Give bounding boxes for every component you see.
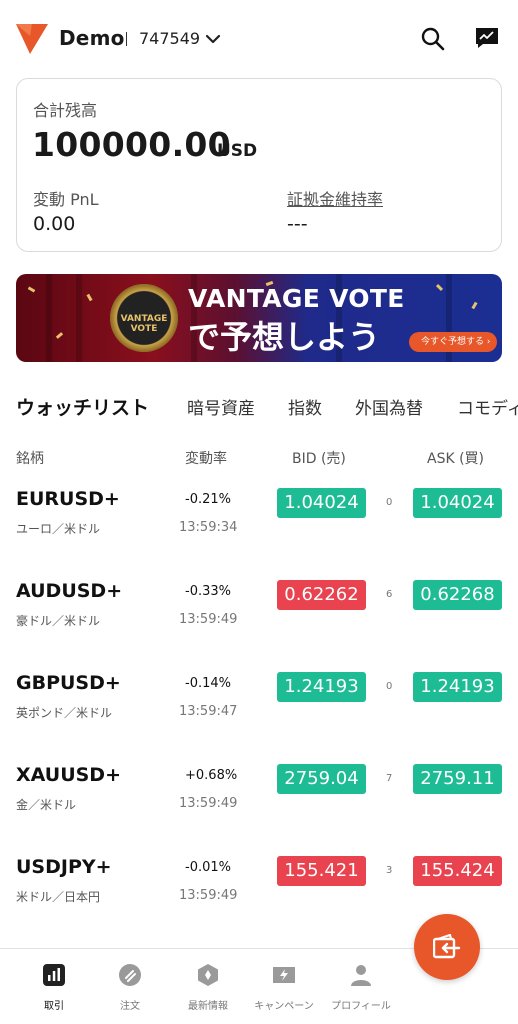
- promo-banner[interactable]: VANTAGE VOTE VANTAGE VOTE で予想しよう 今すぐ予想する…: [16, 274, 502, 362]
- spread: 3: [386, 865, 393, 876]
- nav-trade[interactable]: 取引: [14, 963, 94, 1012]
- profile-icon: [351, 965, 371, 986]
- column-bid: BID (売): [292, 451, 346, 467]
- news-icon: [198, 964, 218, 986]
- margin-level-link[interactable]: 証拠金維持率: [287, 186, 383, 210]
- curtain-fold: [76, 274, 82, 362]
- curtain-fold: [46, 274, 52, 362]
- ask-button[interactable]: 1.24193: [413, 672, 502, 702]
- nav-label: 注文: [120, 1001, 140, 1012]
- search-icon[interactable]: [420, 26, 446, 52]
- ask-button[interactable]: 0.62268: [413, 580, 502, 610]
- ask-button[interactable]: 2759.11: [413, 764, 502, 794]
- ask-button[interactable]: 155.424: [413, 856, 502, 886]
- change-percent: -0.33%: [185, 584, 231, 599]
- quote-time: 13:59:49: [179, 612, 238, 627]
- wallet-transfer-icon: [433, 934, 461, 959]
- confetti: [471, 301, 478, 310]
- chevron-down-icon[interactable]: [204, 30, 222, 48]
- change-percent: -0.21%: [185, 492, 231, 507]
- confetti: [55, 332, 64, 339]
- account-number[interactable]: 747549: [139, 29, 200, 48]
- symbol-name: 豪ドル／米ドル: [16, 614, 101, 628]
- ask-button[interactable]: 1.04024: [413, 488, 502, 518]
- watchlist-row[interactable]: AUDUSD+ 豪ドル／米ドル -0.33% 13:59:49 0.62262 …: [0, 580, 518, 672]
- top-bar: Demo 747549: [0, 0, 518, 78]
- banner-cta-button[interactable]: 今すぐ予想する ›: [409, 332, 497, 352]
- spread: 6: [386, 589, 393, 600]
- symbol-name: 米ドル／日本円: [16, 890, 101, 904]
- bid-button[interactable]: 0.62262: [277, 580, 366, 610]
- bid-button[interactable]: 2759.04: [277, 764, 366, 794]
- column-ask: ASK (買): [427, 451, 485, 467]
- spread: 7: [386, 773, 393, 784]
- spread: 0: [386, 497, 393, 508]
- quote-time: 13:59:49: [179, 796, 238, 811]
- chart-bars-icon: [43, 964, 65, 986]
- tab-forex[interactable]: 外国為替: [355, 394, 423, 419]
- confetti: [435, 283, 444, 292]
- margin-level-value: ---: [287, 213, 308, 235]
- nav-label: キャンペーン: [254, 1001, 314, 1012]
- nav-profile[interactable]: プロフィール: [321, 963, 401, 1012]
- symbol: AUDUSD+: [16, 580, 123, 602]
- vantage-logo-icon: [16, 24, 48, 54]
- symbol: EURUSD+: [16, 488, 120, 510]
- symbol-name: 金／米ドル: [16, 798, 77, 812]
- nav-news[interactable]: 最新情報: [168, 963, 248, 1012]
- quote-time: 13:59:34: [179, 520, 238, 535]
- tab-indices[interactable]: 指数: [288, 394, 322, 419]
- nav-campaign[interactable]: キャンペーン: [244, 963, 324, 1012]
- watchlist-row[interactable]: XAUUSD+ 金／米ドル +0.68% 13:59:49 2759.04 7 …: [0, 764, 518, 856]
- tab-commodities[interactable]: コモディティ: [457, 394, 518, 419]
- app-screen: Demo 747549 合計残高 100000.00 USD 変動 PnL 0.…: [0, 0, 518, 1024]
- order-icon: [119, 964, 141, 986]
- chart-message-icon[interactable]: [474, 26, 500, 50]
- symbol-name: ユーロ／米ドル: [16, 522, 101, 536]
- banner-subtitle: で予想しよう: [188, 318, 381, 356]
- nav-label: 取引: [44, 1001, 64, 1012]
- column-change: 変動率: [185, 451, 227, 467]
- balance-currency: USD: [217, 141, 258, 161]
- bid-button[interactable]: 155.421: [277, 856, 366, 886]
- confetti: [27, 286, 36, 293]
- pnl-label: 変動 PnL: [33, 190, 99, 209]
- bid-button[interactable]: 1.04024: [277, 488, 366, 518]
- nav-orders[interactable]: 注文: [90, 963, 170, 1012]
- market-tabs: ウォッチリスト 暗号資産 指数 外国為替 コモディティ: [0, 380, 518, 430]
- symbol: GBPUSD+: [16, 672, 121, 694]
- balance-card: 合計残高 100000.00 USD 変動 PnL 0.00 証拠金維持率 --…: [16, 78, 502, 252]
- banner-title: VANTAGE VOTE: [188, 284, 405, 313]
- column-symbol: 銘柄: [16, 451, 44, 467]
- vantage-vote-medal: VANTAGE VOTE: [110, 284, 178, 352]
- symbol: USDJPY+: [16, 856, 112, 878]
- spread: 0: [386, 681, 393, 692]
- total-balance-value: 100000.00: [32, 125, 231, 164]
- quote-time: 13:59:47: [179, 704, 238, 719]
- confetti: [86, 293, 93, 302]
- symbol-name: 英ポンド／米ドル: [16, 706, 113, 720]
- medal-text: VANTAGE VOTE: [120, 314, 168, 334]
- change-percent: +0.68%: [185, 768, 238, 783]
- deposit-fab-button[interactable]: [414, 914, 480, 980]
- symbol: XAUUSD+: [16, 764, 122, 786]
- change-percent: -0.01%: [185, 860, 231, 875]
- change-percent: -0.14%: [185, 676, 231, 691]
- watchlist-row[interactable]: GBPUSD+ 英ポンド／米ドル -0.14% 13:59:47 1.24193…: [0, 672, 518, 764]
- quote-time: 13:59:49: [179, 888, 238, 903]
- nav-label: プロフィール: [331, 1001, 391, 1012]
- account-name[interactable]: Demo: [59, 26, 125, 50]
- account-divider: [126, 32, 127, 46]
- pnl-value: 0.00: [33, 213, 76, 235]
- nav-label: 最新情報: [188, 1001, 228, 1012]
- total-balance-label: 合計残高: [33, 101, 98, 120]
- bid-button[interactable]: 1.24193: [277, 672, 366, 702]
- tab-crypto[interactable]: 暗号資産: [187, 394, 255, 419]
- tab-watchlist[interactable]: ウォッチリスト: [16, 393, 149, 420]
- campaign-icon: [273, 967, 295, 983]
- watchlist-row[interactable]: EURUSD+ ユーロ／米ドル -0.21% 13:59:34 1.04024 …: [0, 488, 518, 580]
